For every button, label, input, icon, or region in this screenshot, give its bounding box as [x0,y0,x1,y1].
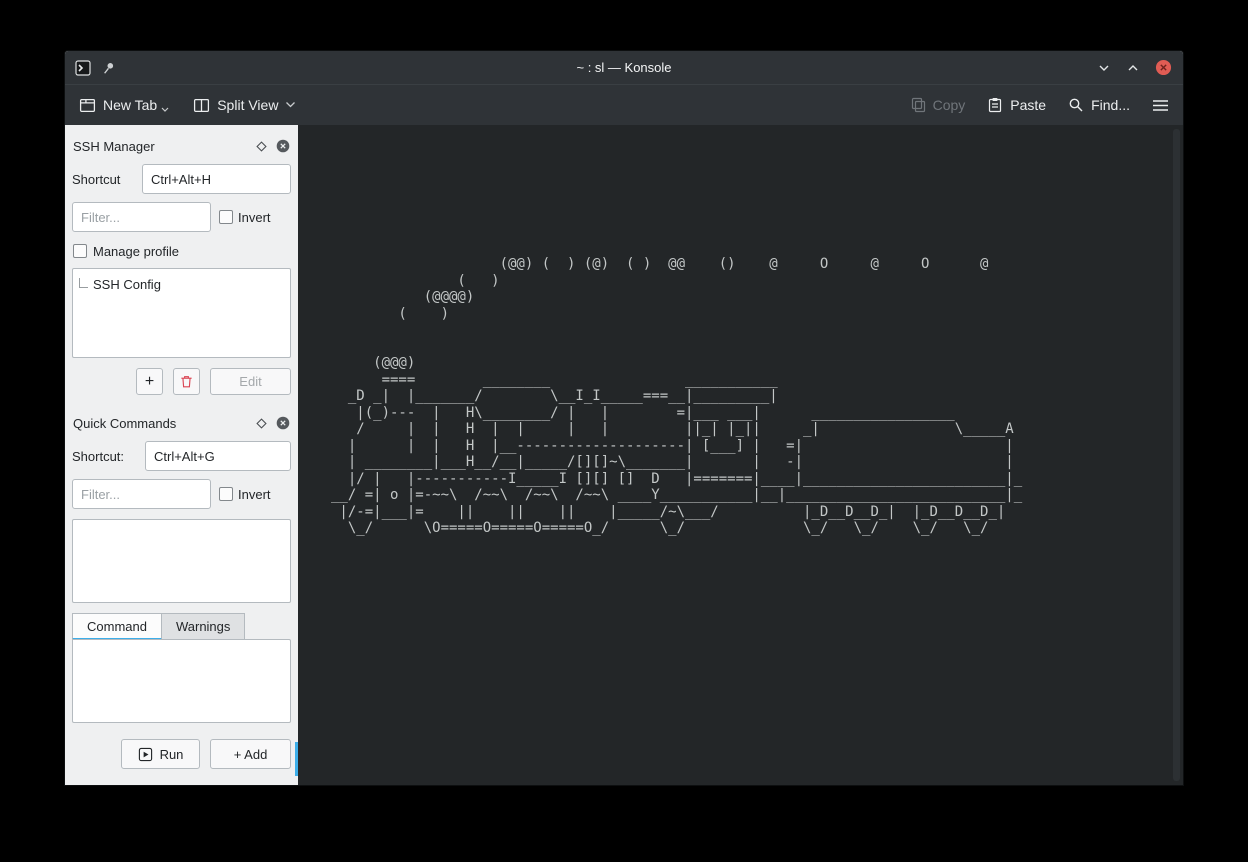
hamburger-icon [1152,98,1169,113]
close-icon[interactable] [1155,59,1172,76]
new-tab-dropdown-icon [161,107,169,113]
close-panel-icon[interactable] [276,416,290,430]
delete-ssh-entry-button[interactable] [173,368,200,395]
tree-item-ssh-config[interactable]: SSH Config [79,277,284,292]
quick-commands-list[interactable] [72,519,291,603]
ssh-filter-input[interactable] [72,202,211,232]
ssh-manager-title: SSH Manager [73,139,256,154]
qc-tab-bar: Command Warnings [72,613,291,640]
tab-command[interactable]: Command [72,613,162,640]
ssh-invert-checkbox[interactable] [219,210,233,224]
main-toolbar: New Tab Split View [65,84,1183,125]
add-label: + Add [234,747,268,762]
minimize-icon[interactable] [1097,61,1111,75]
quick-commands-title: Quick Commands [73,416,256,431]
add-command-button[interactable]: + Add [210,739,291,769]
close-panel-icon[interactable] [276,139,290,153]
split-view-button[interactable]: Split View [193,97,296,114]
run-button[interactable]: Run [121,739,200,769]
split-view-dropdown-icon [285,101,296,109]
find-button[interactable]: Find... [1068,97,1130,113]
float-panel-icon[interactable] [256,418,267,429]
terminal-display[interactable]: (@@) ( ) (@) ( ) @@ () @ O @ O @ ( ) (@@… [298,125,1183,785]
split-view-label: Split View [217,97,278,113]
ssh-manager-header: SSH Manager [73,134,290,158]
terminal-scrollbar[interactable] [1173,129,1180,781]
edit-label: Edit [239,374,261,389]
plus-icon: + [145,373,154,391]
tree-branch-icon [79,278,88,288]
qc-filter-input[interactable] [72,479,211,509]
tree-item-label: SSH Config [93,277,161,292]
qc-shortcut-input[interactable] [145,441,291,471]
new-tab-label: New Tab [103,97,157,113]
run-label: Run [160,747,184,762]
find-label: Find... [1091,97,1130,113]
pin-icon[interactable] [102,61,116,75]
add-ssh-entry-button[interactable]: + [136,368,163,395]
run-icon [138,747,153,762]
sl-ascii-art: (@@) ( ) (@) ( ) @@ () @ O @ O @ ( ) (@@… [331,256,1022,537]
qc-shortcut-label: Shortcut: [72,449,137,464]
copy-label: Copy [933,97,966,113]
ssh-config-tree[interactable]: SSH Config [72,268,291,358]
copy-button[interactable]: Copy [910,97,966,113]
konsole-window: ~ : sl — Konsole [64,50,1184,786]
qc-command-textarea[interactable] [72,639,291,723]
konsole-app-icon[interactable] [75,60,91,76]
qc-invert-label: Invert [238,487,271,502]
hamburger-menu-button[interactable] [1152,98,1169,113]
new-tab-icon [79,97,96,114]
window-title: ~ : sl — Konsole [65,60,1183,75]
paste-button[interactable]: Paste [987,97,1046,113]
quick-commands-header: Quick Commands [73,411,290,435]
sidebar: SSH Manager Shortcut [65,125,298,785]
ssh-shortcut-label: Shortcut [72,172,134,187]
new-tab-button[interactable]: New Tab [79,97,169,114]
split-view-icon [193,97,210,114]
paste-label: Paste [1010,97,1046,113]
edit-ssh-entry-button[interactable]: Edit [210,368,291,395]
trash-icon [179,374,194,389]
titlebar[interactable]: ~ : sl — Konsole [65,51,1183,84]
paste-icon [987,97,1003,113]
copy-icon [910,97,926,113]
float-panel-icon[interactable] [256,141,267,152]
qc-invert-checkbox[interactable] [219,487,233,501]
search-icon [1068,97,1084,113]
manage-profile-checkbox[interactable] [73,244,87,258]
ssh-shortcut-input[interactable] [142,164,291,194]
ssh-invert-label: Invert [238,210,271,225]
maximize-icon[interactable] [1126,61,1140,75]
tab-warnings[interactable]: Warnings [162,613,245,640]
manage-profile-label: Manage profile [93,244,179,259]
